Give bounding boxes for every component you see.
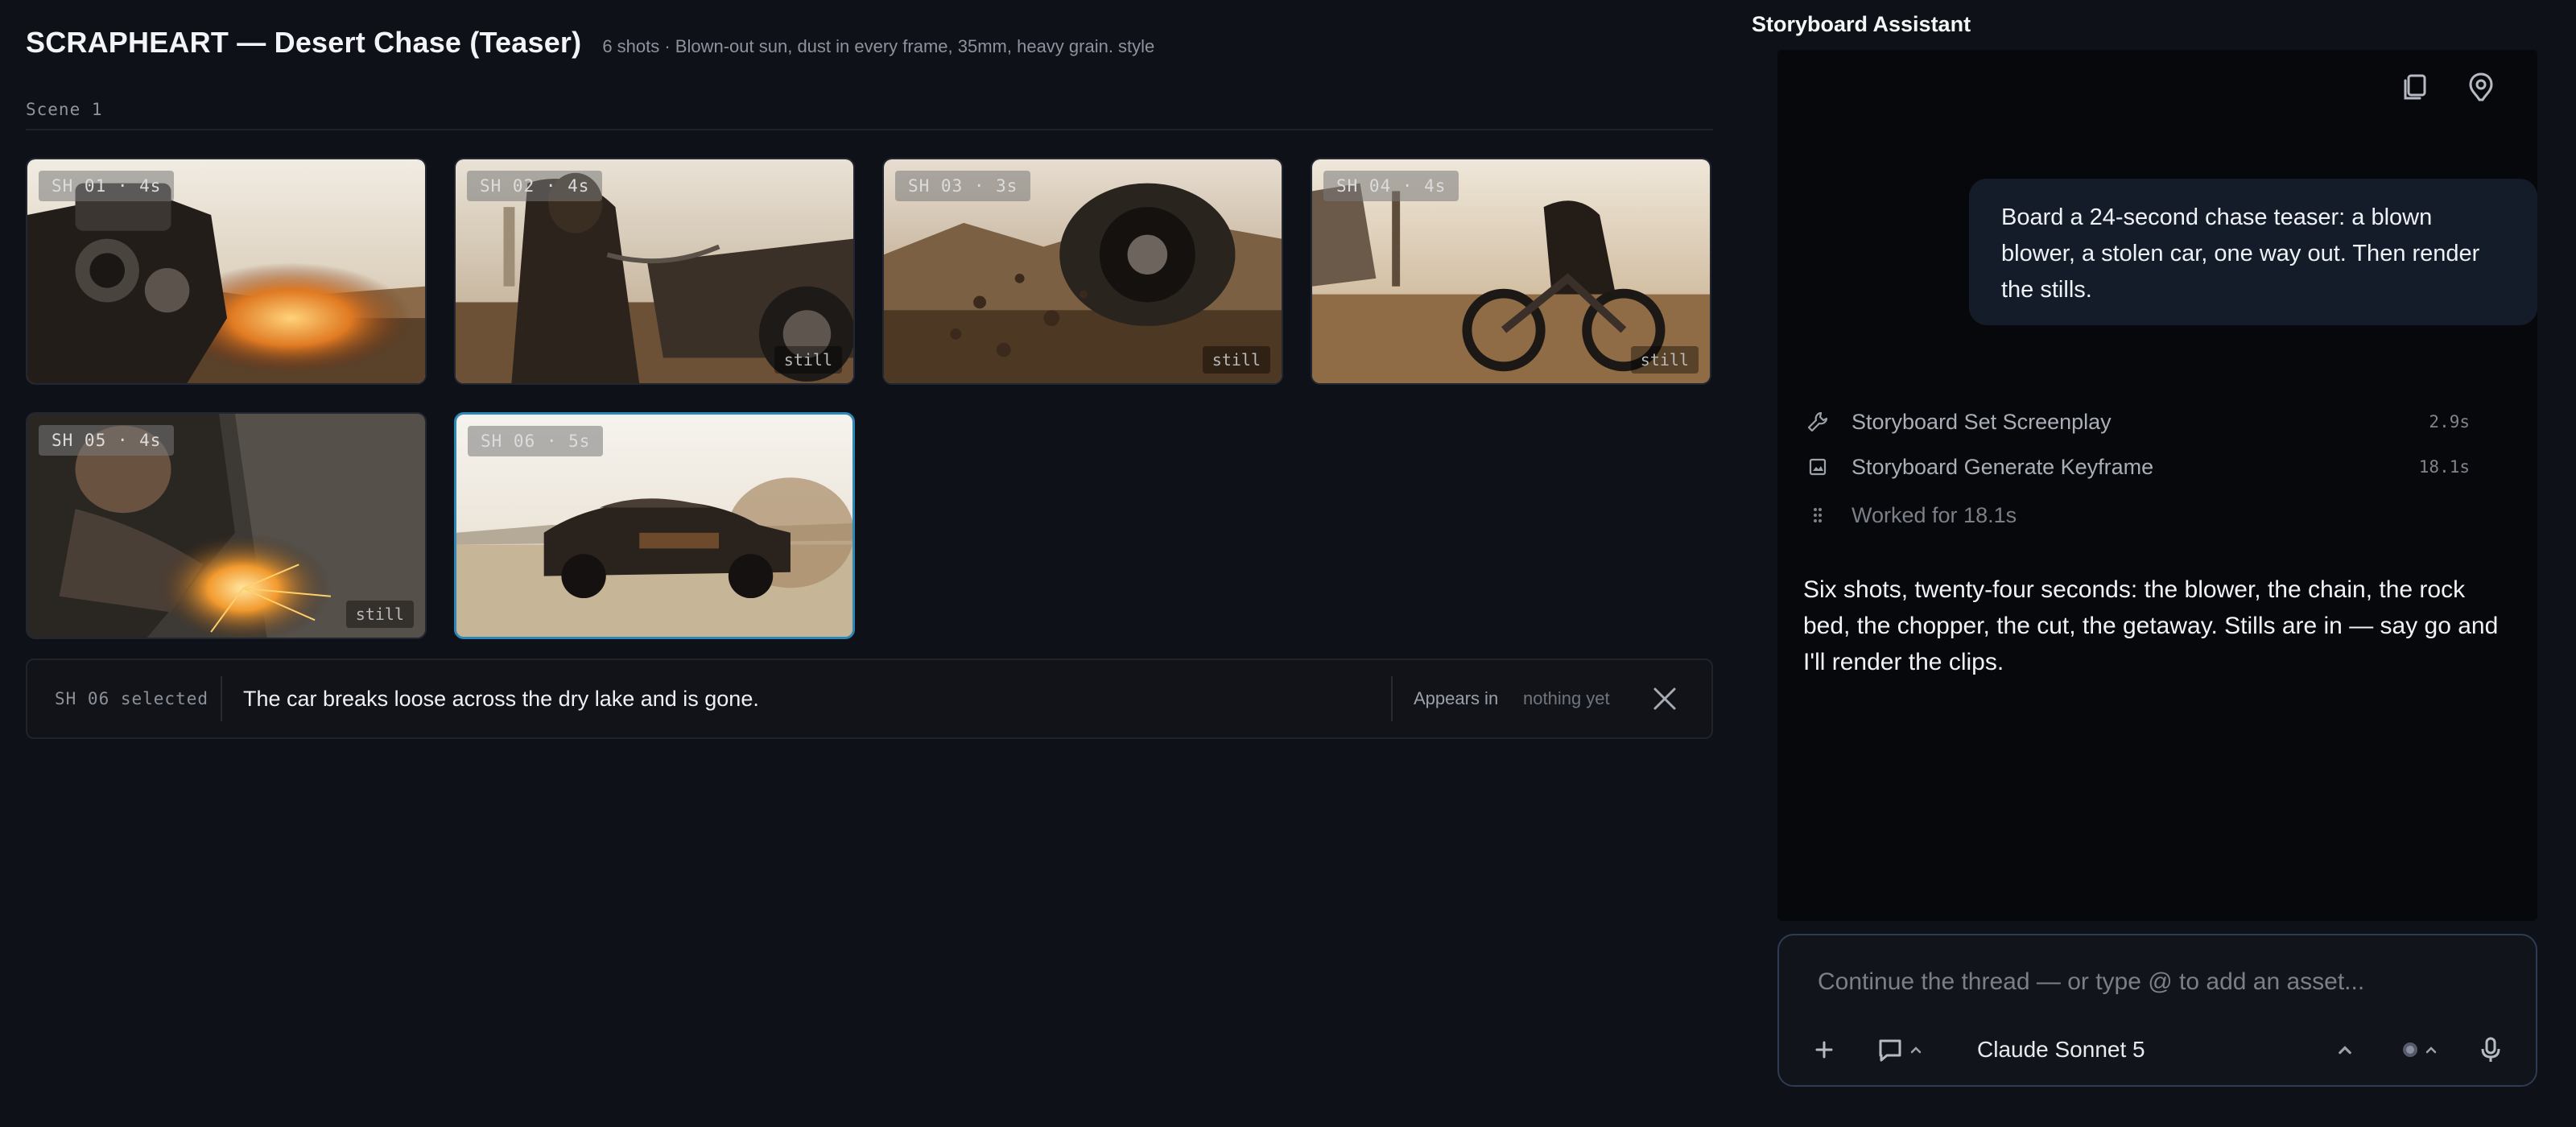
shot-badge: SH 03 · 3s bbox=[895, 171, 1031, 201]
copy-icon[interactable] bbox=[2397, 68, 2436, 106]
composer-input[interactable] bbox=[1818, 960, 2494, 1005]
still-tag: still bbox=[345, 601, 414, 628]
assistant-thread: Board a 24-second chase teaser: a blown … bbox=[1777, 50, 2537, 921]
worked-label: Worked for 18.1s bbox=[1852, 502, 2017, 527]
tool-label: Storyboard Generate Keyframe bbox=[1852, 454, 2154, 479]
shot-card-02[interactable]: SH 02 · 4s still bbox=[454, 158, 855, 385]
chevron-up-icon bbox=[1910, 1046, 1922, 1054]
plus-icon bbox=[1815, 1041, 1833, 1059]
shot-badge: SH 05 · 4s bbox=[39, 425, 175, 456]
board-header: SCRAPHEART — Desert Chase (Teaser) 6 sho… bbox=[26, 26, 1154, 60]
shot-badge: SH 04 · 4s bbox=[1323, 171, 1459, 201]
tool-call-generate-keyframe[interactable]: Storyboard Generate Keyframe 18.1s bbox=[1802, 451, 2470, 483]
user-message: Board a 24-second chase teaser: a blown … bbox=[1969, 179, 2537, 325]
shot-card-05[interactable]: SH 05 · 4s still bbox=[26, 412, 427, 639]
shot-caption[interactable]: The car breaks loose across the dry lake… bbox=[243, 660, 759, 737]
selected-shot-label: SH 06 selected bbox=[55, 689, 209, 708]
microphone-icon bbox=[2481, 1037, 2500, 1062]
shot-badge: SH 06 · 5s bbox=[468, 426, 604, 456]
model-menu-button[interactable] bbox=[2333, 1030, 2357, 1069]
appears-in-value: nothing yet bbox=[1523, 688, 1610, 708]
assistant-title: Storyboard Assistant bbox=[1752, 12, 1971, 36]
board-title: SCRAPHEART — Desert Chase (Teaser) bbox=[26, 26, 582, 59]
board-subtitle: 6 shots · Blown-out sun, dust in every f… bbox=[602, 36, 1155, 56]
image-icon bbox=[1802, 451, 1834, 483]
divider bbox=[1391, 676, 1393, 721]
storyboard-panel: SCRAPHEART — Desert Chase (Teaser) 6 sho… bbox=[26, 0, 1713, 1127]
shot-card-03[interactable]: SH 03 · 3s still bbox=[882, 158, 1283, 385]
add-attachment-button[interactable] bbox=[1810, 1030, 1839, 1069]
shot-card-04[interactable]: SH 04 · 4s still bbox=[1311, 158, 1711, 385]
voice-input-button[interactable] bbox=[2475, 1030, 2507, 1069]
assistant-reply: Six shots, twenty-four seconds: the blow… bbox=[1803, 576, 2499, 675]
still-tag: still bbox=[774, 346, 842, 374]
selection-detail-bar: SH 06 selected The car breaks loose acro… bbox=[26, 658, 1713, 739]
close-icon[interactable] bbox=[1647, 681, 1682, 716]
chevron-up-icon bbox=[2339, 1046, 2351, 1055]
composer: Claude Sonnet 5 bbox=[1777, 934, 2537, 1087]
tool-label: Storyboard Set Screenplay bbox=[1852, 409, 2112, 434]
tool-time: 18.1s bbox=[2418, 457, 2470, 477]
brain-pin-icon[interactable] bbox=[2462, 68, 2500, 106]
worked-summary[interactable]: Worked for 18.1s bbox=[1802, 499, 2470, 531]
model-name[interactable]: Claude Sonnet 5 bbox=[1977, 1030, 2145, 1069]
drag-dots-icon bbox=[1802, 499, 1834, 531]
wrench-icon bbox=[1802, 406, 1834, 438]
tool-call-set-screenplay[interactable]: Storyboard Set Screenplay 2.9s bbox=[1802, 406, 2470, 438]
tool-time: 2.9s bbox=[2429, 412, 2470, 431]
still-tag: still bbox=[1202, 346, 1270, 374]
appears-in-label: Appears in bbox=[1414, 688, 1499, 708]
dot-icon bbox=[2403, 1042, 2417, 1057]
scene-label: Scene 1 bbox=[26, 100, 103, 119]
shot-card-01[interactable]: SH 01 · 4s bbox=[26, 158, 427, 385]
still-tag: still bbox=[1630, 346, 1699, 374]
chat-bubble-icon bbox=[1879, 1039, 1901, 1062]
shot-badge: SH 01 · 4s bbox=[39, 171, 175, 201]
shot-card-06[interactable]: SH 06 · 5s bbox=[454, 412, 855, 639]
effort-selector-button[interactable] bbox=[2399, 1030, 2441, 1069]
chevron-up-icon bbox=[2425, 1046, 2437, 1054]
mode-selector-button[interactable] bbox=[1874, 1030, 1926, 1069]
divider bbox=[221, 676, 222, 721]
shot-badge: SH 02 · 4s bbox=[467, 171, 603, 201]
scene-divider bbox=[26, 129, 1713, 130]
